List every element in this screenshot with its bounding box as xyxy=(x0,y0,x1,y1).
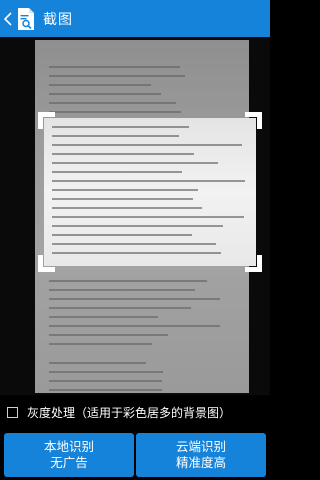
text-line xyxy=(52,153,194,155)
text-line xyxy=(49,298,220,300)
crop-area[interactable] xyxy=(44,118,256,266)
text-line xyxy=(52,144,243,146)
text-line xyxy=(49,66,181,68)
text-line xyxy=(52,180,245,182)
text-line xyxy=(49,343,153,345)
text-line xyxy=(49,307,192,309)
crop-handle-bottom-left[interactable] xyxy=(38,255,55,272)
local-recognize-button[interactable]: 本地识别 无广告 xyxy=(4,433,134,477)
text-line xyxy=(49,289,195,291)
local-button-sublabel: 无广告 xyxy=(50,455,88,470)
text-line xyxy=(49,84,152,86)
grayscale-checkbox[interactable] xyxy=(7,407,18,418)
text-line xyxy=(49,371,163,373)
document-search-icon xyxy=(16,7,36,31)
cloud-button-label: 云端识别 xyxy=(175,439,226,454)
text-line xyxy=(52,216,244,218)
text-line xyxy=(49,389,162,391)
text-line xyxy=(49,75,186,77)
text-line xyxy=(49,362,147,364)
crop-handle-top-left[interactable] xyxy=(38,112,55,129)
chevron-left-icon[interactable] xyxy=(1,0,15,37)
text-line xyxy=(52,189,198,191)
page-title: 截图 xyxy=(43,11,73,28)
text-line xyxy=(49,102,177,104)
crop-handle-top-right[interactable] xyxy=(245,112,262,129)
text-line xyxy=(52,198,193,200)
text-line xyxy=(49,93,162,95)
grayscale-label: 灰度处理（适用于彩色居多的背景图） xyxy=(27,406,232,420)
title-bar: 截图 xyxy=(0,0,270,37)
text-line xyxy=(52,207,203,209)
text-line xyxy=(49,111,182,113)
text-line xyxy=(49,280,208,282)
text-line xyxy=(52,126,189,128)
text-line xyxy=(49,325,220,327)
text-line xyxy=(52,225,224,227)
text-line xyxy=(52,171,183,173)
crop-handle-bottom-right[interactable] xyxy=(245,255,262,272)
text-line xyxy=(52,234,192,236)
text-line xyxy=(49,316,158,318)
text-line xyxy=(49,334,169,336)
text-line xyxy=(52,162,218,164)
text-line xyxy=(52,135,179,137)
local-button-label: 本地识别 xyxy=(43,439,94,454)
cloud-recognize-button[interactable]: 云端识别 精准度高 xyxy=(136,433,266,477)
text-line xyxy=(52,243,216,245)
text-line xyxy=(49,380,162,382)
grayscale-option[interactable]: 灰度处理（适用于彩色居多的背景图） xyxy=(0,395,270,430)
cloud-button-sublabel: 精准度高 xyxy=(175,455,226,470)
text-line xyxy=(52,252,222,254)
